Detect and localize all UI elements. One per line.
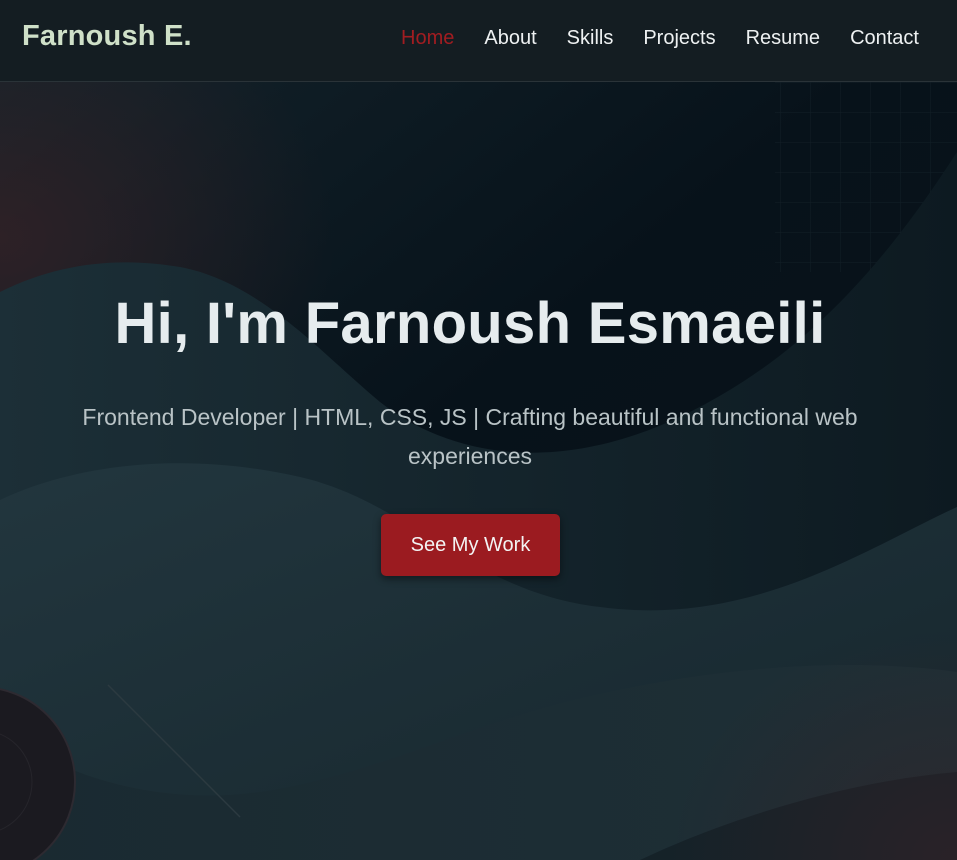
- nav-link-about[interactable]: About: [484, 27, 536, 50]
- hero-subtitle: Frontend Developer | HTML, CSS, JS | Cra…: [82, 404, 858, 469]
- hero-content: Hi, I'm Farnoush Esmaeili Frontend Devel…: [0, 82, 957, 860]
- nav-link-contact[interactable]: Contact: [850, 27, 919, 50]
- nav-link-skills[interactable]: Skills: [567, 27, 614, 50]
- nav-link-projects[interactable]: Projects: [643, 27, 715, 50]
- page: Farnoush E. Home About Skills Projects R…: [0, 0, 957, 860]
- brand-logo-text[interactable]: Farnoush E.: [22, 20, 192, 53]
- nav-links: Home About Skills Projects Resume Contac…: [371, 27, 919, 50]
- nav-link-resume[interactable]: Resume: [746, 27, 820, 50]
- hero-title: Hi, I'm Farnoush Esmaeili: [114, 291, 826, 356]
- navbar: Farnoush E. Home About Skills Projects R…: [0, 0, 957, 82]
- nav-link-home[interactable]: Home: [401, 27, 454, 50]
- hero-section: Hi, I'm Farnoush Esmaeili Frontend Devel…: [0, 82, 957, 860]
- see-my-work-button[interactable]: See My Work: [381, 514, 560, 576]
